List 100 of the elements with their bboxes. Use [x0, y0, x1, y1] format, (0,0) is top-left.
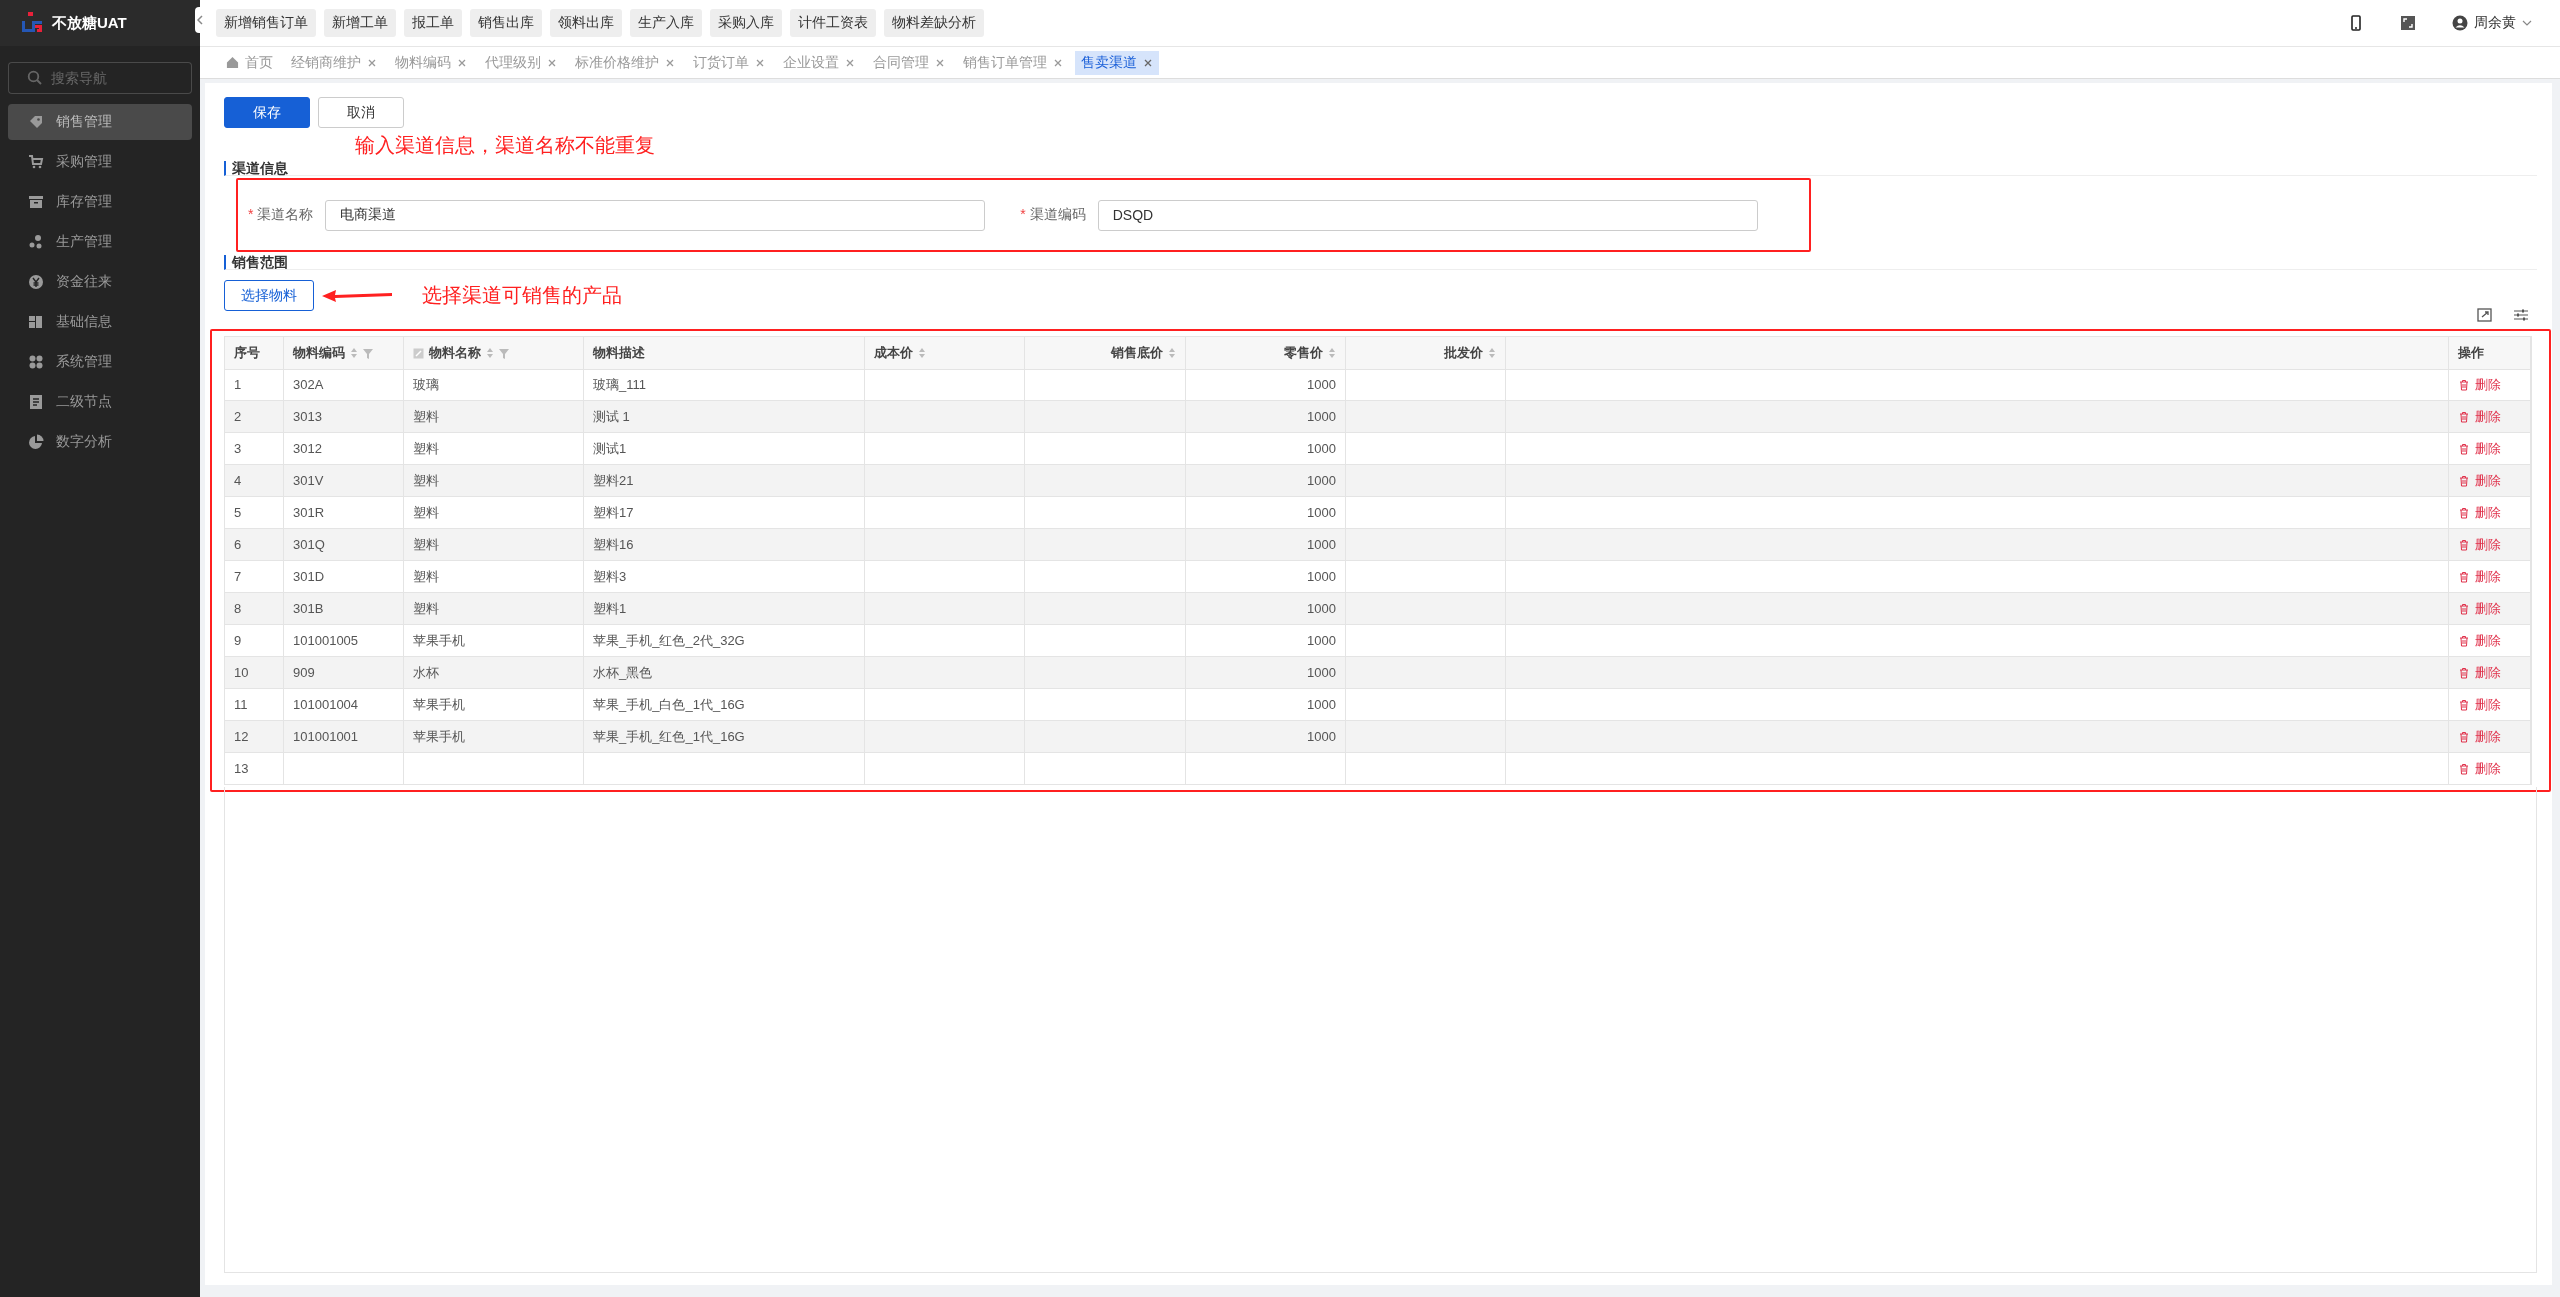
close-icon[interactable]: [755, 57, 765, 68]
table-cell: 塑料: [404, 401, 584, 433]
sidebar-item[interactable]: 数字分析: [8, 424, 192, 460]
close-icon[interactable]: [1053, 57, 1063, 68]
column-header: 物料编码: [284, 337, 404, 370]
page-tab[interactable]: 销售订单管理: [957, 50, 1069, 75]
table-cell: 塑料: [404, 465, 584, 497]
page-tab[interactable]: 合同管理: [867, 50, 951, 75]
table-cell: 塑料21: [584, 465, 865, 497]
home-icon: [226, 56, 239, 69]
delete-link[interactable]: 删除: [2458, 599, 2501, 618]
table-cell: 塑料16: [584, 529, 865, 561]
quick-action-button[interactable]: 新增销售订单: [216, 9, 316, 37]
delete-link[interactable]: 删除: [2458, 375, 2501, 394]
close-icon[interactable]: [1143, 57, 1153, 68]
trash-icon: [2458, 634, 2470, 647]
cancel-button[interactable]: 取消: [318, 97, 404, 128]
tag-icon: [28, 114, 44, 130]
close-icon[interactable]: [845, 57, 855, 68]
text-field[interactable]: DSQD: [1097, 199, 1758, 231]
annotation-text: 输入渠道信息，渠道名称不能重复: [355, 133, 655, 158]
delete-link[interactable]: 删除: [2458, 471, 2501, 490]
delete-link[interactable]: 删除: [2458, 503, 2501, 522]
page-tab[interactable]: 代理级别: [479, 50, 563, 75]
quick-action-button[interactable]: 销售出库: [470, 9, 542, 37]
page-tab[interactable]: 标准价格维护: [569, 50, 681, 75]
close-icon[interactable]: [547, 57, 557, 68]
table-cell: 水杯_黑色: [584, 657, 865, 689]
select-material-button[interactable]: 选择物料: [224, 280, 314, 311]
sidebar-item[interactable]: 销售管理: [8, 104, 192, 140]
grid-icon: [28, 354, 44, 370]
delete-link[interactable]: 删除: [2458, 695, 2501, 714]
page-tab[interactable]: 经销商维护: [285, 50, 383, 75]
collapse-button[interactable]: [195, 7, 205, 33]
quick-action-button[interactable]: 生产入库: [630, 9, 702, 37]
archive-icon: [28, 194, 44, 210]
export-icon: [2477, 307, 2493, 323]
text-field[interactable]: 电商渠道: [325, 199, 986, 231]
table-cell: 塑料: [404, 593, 584, 625]
trash-icon: [2458, 538, 2470, 551]
sidebar-item[interactable]: 库存管理: [8, 184, 192, 220]
delete-link[interactable]: 删除: [2458, 727, 2501, 746]
delete-link[interactable]: 删除: [2458, 631, 2501, 650]
chevron-down-icon: [2522, 18, 2532, 28]
quick-action-button[interactable]: 新增工单: [324, 9, 396, 37]
quick-action-button[interactable]: 报工单: [404, 9, 462, 37]
table-cell: 13: [225, 753, 284, 785]
quick-action-button[interactable]: 计件工资表: [790, 9, 876, 37]
column-header: 销售底价: [1025, 337, 1186, 370]
table-cell: 12: [225, 721, 284, 753]
page-tab[interactable]: 物料编码: [389, 50, 473, 75]
field-label: * 渠道编码: [1020, 206, 1086, 224]
column-header: 成本价: [865, 337, 1025, 370]
trash-icon: [2458, 442, 2470, 455]
sidebar-item[interactable]: 基础信息: [8, 304, 192, 340]
sidebar-item[interactable]: 资金往来: [8, 264, 192, 300]
table-cell: 苹果手机: [404, 721, 584, 753]
page-tab[interactable]: 售卖渠道: [1075, 50, 1159, 75]
filter-settings-icon: [2513, 307, 2529, 323]
pie-chart-icon: [28, 434, 44, 450]
page-tab[interactable]: 企业设置: [777, 50, 861, 75]
table-cell: 2: [225, 401, 284, 433]
delete-link[interactable]: 删除: [2458, 439, 2501, 458]
page-tab[interactable]: 订货订单: [687, 50, 771, 75]
page-tab[interactable]: 首页: [220, 50, 279, 75]
delete-link[interactable]: 删除: [2458, 407, 2501, 426]
delete-link[interactable]: 删除: [2458, 663, 2501, 682]
table-cell: 塑料: [404, 529, 584, 561]
trash-icon: [2458, 570, 2470, 583]
close-icon[interactable]: [935, 57, 945, 68]
trash-icon: [2458, 762, 2470, 775]
close-icon[interactable]: [367, 57, 377, 68]
table-cell: 301Q: [284, 529, 404, 561]
quick-action-button[interactable]: 领料出库: [550, 9, 622, 37]
user-name[interactable]: 周余黄: [2474, 14, 2516, 32]
table-cell: 3013: [284, 401, 404, 433]
sidebar-item[interactable]: 系统管理: [8, 344, 192, 380]
column-header: 物料描述: [584, 337, 865, 370]
sidebar-item[interactable]: 二级节点: [8, 384, 192, 420]
quick-action-button[interactable]: 采购入库: [710, 9, 782, 37]
section-title: 销售范围: [224, 255, 2537, 270]
delete-link[interactable]: 删除: [2458, 535, 2501, 554]
trash-icon: [2458, 666, 2470, 679]
column-header: 物料名称: [404, 337, 584, 370]
save-button[interactable]: 保存: [224, 97, 310, 128]
delete-link[interactable]: 删除: [2458, 567, 2501, 586]
sidebar-item[interactable]: 生产管理: [8, 224, 192, 260]
section-title: 渠道信息: [224, 161, 2537, 176]
delete-link[interactable]: 删除: [2458, 759, 2501, 778]
close-icon[interactable]: [457, 57, 467, 68]
table-cell: 10: [225, 657, 284, 689]
column-header: 操作: [2449, 337, 2531, 370]
table-cell: 1000: [1186, 657, 1346, 689]
quick-action-button[interactable]: 物料差缺分析: [884, 9, 984, 37]
trash-icon: [2458, 474, 2470, 487]
sidebar-item[interactable]: 采购管理: [8, 144, 192, 180]
table-cell: 1000: [1186, 465, 1346, 497]
close-icon[interactable]: [665, 57, 675, 68]
trash-icon: [2458, 698, 2470, 711]
trash-icon: [2458, 730, 2470, 743]
